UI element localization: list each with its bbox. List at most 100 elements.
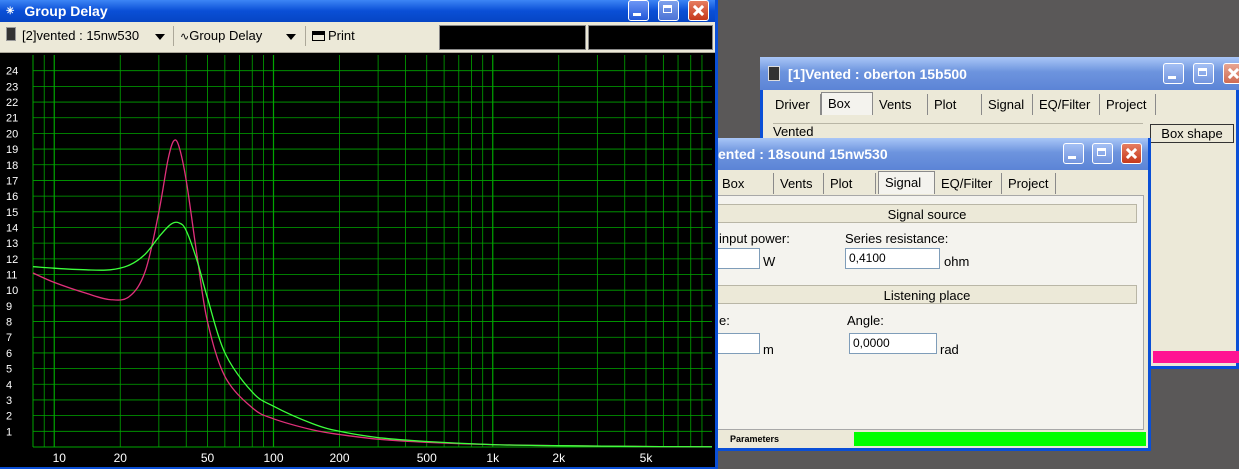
y-tick-label: 4 [6, 379, 12, 391]
y-tick-label: 24 [6, 66, 18, 78]
tab-eq-filter[interactable]: EQ/Filter [1033, 94, 1100, 115]
y-tick-label: 23 [6, 81, 18, 93]
distance-label: e: [719, 313, 730, 328]
minimize-button[interactable] [628, 0, 649, 21]
x-tick-label: 1k [486, 451, 500, 465]
close-button[interactable] [688, 0, 709, 21]
tab-panel: Signal source input power: Series resist… [716, 195, 1144, 430]
y-tick-label: 9 [6, 301, 12, 313]
readout-box-1 [439, 25, 586, 50]
angle-label: Angle: [847, 313, 884, 328]
x-tick-label: 10 [53, 451, 67, 465]
y-tick-label: 20 [6, 128, 18, 140]
tab-box[interactable]: Box [821, 92, 873, 115]
y-tick-label: 19 [6, 144, 18, 156]
x-tick-label: 500 [417, 451, 437, 465]
y-tick-label: 16 [6, 191, 18, 203]
y-tick-label: 10 [6, 285, 18, 297]
x-tick-label: 5k [640, 451, 654, 465]
app-icon [768, 66, 780, 81]
readout-box-2 [588, 25, 713, 50]
input-power-field[interactable] [717, 248, 760, 269]
status-bar-pink [1153, 351, 1239, 363]
series-resistance-field[interactable]: 0,4100 [845, 248, 940, 269]
tab-vents[interactable]: Vents [774, 173, 824, 194]
tab-signal[interactable]: Signal [982, 94, 1033, 115]
print-button[interactable]: Print [312, 26, 355, 46]
view-select-value: Group Delay [189, 28, 263, 43]
y-tick-label: 3 [6, 395, 12, 407]
tab-driver[interactable]: Driver [769, 94, 821, 115]
y-tick-label: 21 [6, 113, 18, 125]
series-line-1 [32, 139, 713, 448]
close-button[interactable] [1223, 63, 1239, 84]
chevron-down-icon [286, 34, 296, 40]
x-tick-label: 2k [552, 451, 566, 465]
window-title: [1]Vented : oberton 15b500 [788, 65, 967, 82]
box-shape-button[interactable]: Box shape [1150, 124, 1234, 143]
toolbar: [2]vented : 15nw530 ∿Group Delay Print [0, 22, 715, 53]
y-tick-label: 5 [6, 364, 12, 376]
y-tick-label: 22 [6, 97, 18, 109]
minimize-button[interactable] [1063, 143, 1084, 164]
tab-plot[interactable]: Plot [824, 173, 876, 194]
tab-project[interactable]: Project [1002, 173, 1056, 194]
print-label: Print [328, 28, 355, 43]
minimize-button[interactable] [1163, 63, 1184, 84]
series-resistance-unit: ohm [944, 254, 970, 269]
printer-icon [312, 31, 325, 41]
listening-place-heading: Listening place [717, 285, 1137, 304]
maximize-button[interactable] [658, 0, 679, 21]
tab-box[interactable]: Box [716, 173, 774, 194]
sound-window: ented : 18sound 15nw530 Box Vents Plot S… [716, 138, 1151, 451]
view-select[interactable]: ∿Group Delay [180, 26, 300, 46]
input-power-unit: W [763, 254, 776, 269]
wave-icon: ∿ [180, 31, 190, 43]
input-power-label: input power: [719, 231, 790, 246]
x-tick-label: 200 [329, 451, 349, 465]
tab-plot[interactable]: Plot [928, 94, 982, 115]
series-resistance-label: Series resistance: [845, 231, 949, 246]
x-tick-label: 100 [263, 451, 283, 465]
tab-project[interactable]: Project [1100, 94, 1156, 115]
pin-icon: ✳ [6, 5, 15, 17]
close-button[interactable] [1121, 143, 1142, 164]
system-select-value: [2]vented : 15nw530 [22, 28, 140, 43]
series-line-2 [32, 221, 713, 448]
y-tick-label: 1 [6, 426, 12, 438]
tab-vents[interactable]: Vents [873, 94, 928, 115]
y-tick-label: 17 [6, 175, 18, 187]
y-tick-label: 12 [6, 254, 18, 266]
distance-field[interactable] [717, 333, 760, 354]
angle-unit: rad [940, 342, 959, 357]
y-tick-label: 18 [6, 160, 18, 172]
tab-eq-filter[interactable]: EQ/Filter [935, 173, 1002, 194]
separator [173, 26, 174, 46]
system-select[interactable]: [2]vented : 15nw530 [6, 26, 168, 46]
x-tick-label: 50 [201, 451, 215, 465]
y-tick-label: 15 [6, 207, 18, 219]
maximize-button[interactable] [1193, 63, 1214, 84]
tab-signal[interactable]: Signal [878, 171, 935, 194]
window-title: ented : 18sound 15nw530 [718, 146, 888, 162]
y-tick-label: 13 [6, 238, 18, 250]
group-delay-chart[interactable]: 1234567891011121314151617181920212223241… [0, 53, 715, 467]
signal-source-heading: Signal source [717, 204, 1137, 223]
y-tick-label: 11 [6, 270, 17, 282]
y-tick-label: 2 [6, 411, 12, 423]
y-tick-label: 6 [6, 348, 12, 360]
chevron-down-icon [155, 34, 165, 40]
speaker-icon [6, 27, 16, 41]
window-title: Group Delay [24, 3, 108, 19]
y-tick-label: 14 [6, 222, 18, 234]
status-label: Parameters [730, 434, 780, 444]
y-tick-label: 8 [6, 317, 12, 329]
group-delay-titlebar[interactable]: ✳ Group Delay [0, 0, 715, 22]
group-delay-window: ✳ Group Delay [2]vented : 15nw530 ∿Group… [0, 0, 718, 469]
y-tick-label: 7 [6, 332, 12, 344]
separator [305, 26, 306, 46]
status-bar-green [854, 432, 1146, 446]
maximize-button[interactable] [1092, 143, 1113, 164]
angle-field[interactable]: 0,0000 [849, 333, 937, 354]
distance-unit: m [763, 342, 774, 357]
